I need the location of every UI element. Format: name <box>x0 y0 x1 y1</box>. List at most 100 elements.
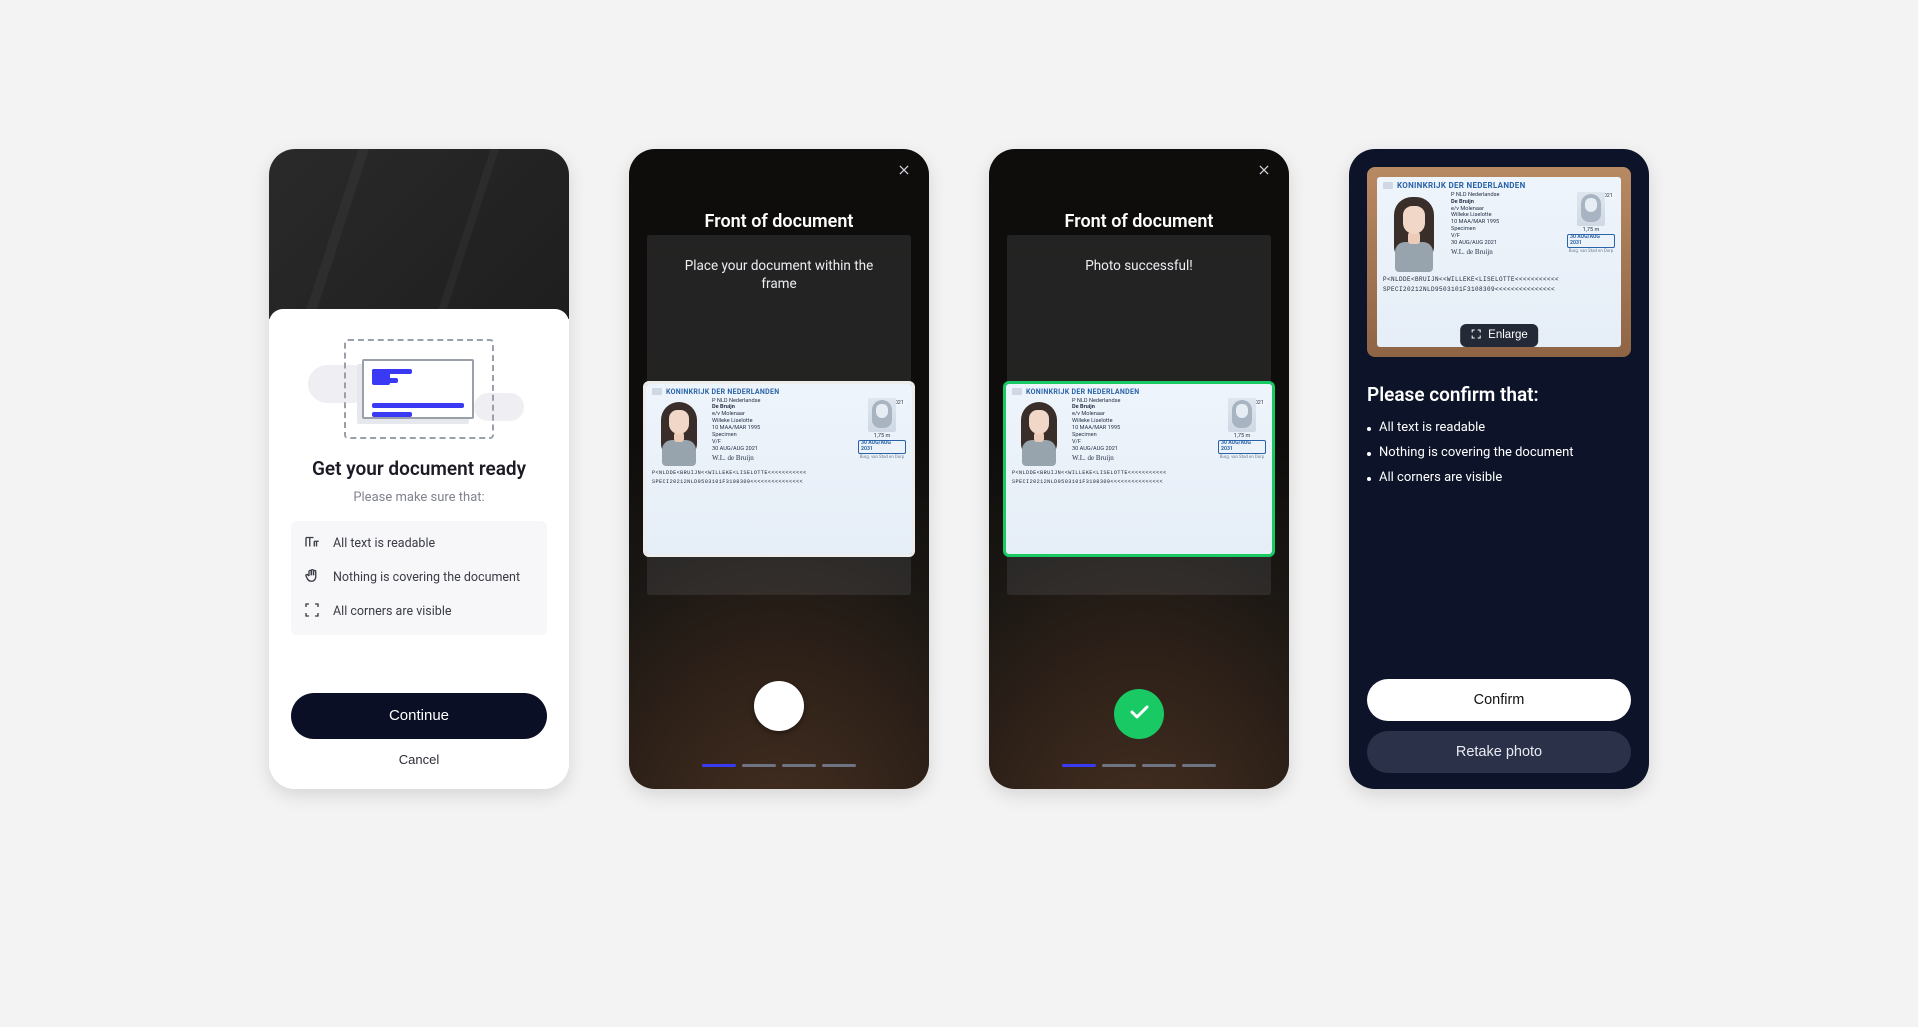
sheet-title: Get your document ready <box>291 457 547 480</box>
passport-surname: De Bruijn <box>712 404 852 410</box>
passport-place: Specimen <box>1072 432 1212 438</box>
tip-label: All text is readable <box>333 536 435 551</box>
passport-mrz-2: SPECI20212NLD9503101F3108309<<<<<<<<<<<<… <box>1383 287 1615 294</box>
scan-frame: KONINKRIJK DER NEDERLANDEN SPECI2021 P N… <box>643 381 915 557</box>
passport-surname: De Bruijn <box>1072 404 1212 410</box>
passport-preview: KONINKRIJK DER NEDERLANDEN SPECI2021 P N… <box>1006 384 1272 554</box>
confirm-checklist: All text is readable Nothing is covering… <box>1367 420 1631 485</box>
four-screen-showcase: Get your document ready Please make sure… <box>199 109 1719 919</box>
passport-expiry: 30 AUG/AUG 2031 <box>1218 440 1266 454</box>
passport-ghost-photo <box>1577 192 1605 226</box>
passport-signature: W.L. de Bruijn <box>1072 454 1212 462</box>
passport-expiry: 30 AUG/AUG 2031 <box>858 440 906 454</box>
passport-photo <box>1012 398 1066 468</box>
passport-given-names: Willeke Liselotte <box>1451 212 1561 218</box>
screen-capture: Front of document Place your document wi… <box>629 149 929 789</box>
passport-given-prefix: e/v Molenaar <box>1451 206 1561 212</box>
passport-pnld: P NLD Nederlandse <box>712 398 852 404</box>
progress-step-1 <box>1062 764 1096 767</box>
capture-subtitle: Place your document within the frame <box>669 257 889 293</box>
tip-corners: All corners are visible <box>303 601 535 623</box>
progress-step-3 <box>782 764 816 767</box>
passport-signature: W.L. de Bruijn <box>712 454 852 462</box>
list-item-label: All corners are visible <box>1379 470 1502 485</box>
capture-subtitle: Photo successful! <box>1029 257 1249 275</box>
tip-cover: Nothing is covering the document <box>303 567 535 589</box>
success-badge <box>1114 689 1164 739</box>
passport-ghost-photo <box>1228 398 1256 432</box>
passport-mrz-1: P<NLDDE<BRUIJN<<WILLEKE<LISELOTTE<<<<<<<… <box>652 471 906 477</box>
passport-sex: V/F <box>1072 439 1212 445</box>
list-item: All text is readable <box>1367 420 1631 435</box>
confirm-button[interactable]: Confirm <box>1367 679 1631 721</box>
check-icon <box>1127 700 1151 728</box>
sheet-subtitle: Please make sure that: <box>291 490 547 505</box>
passport-header: KONINKRIJK DER NEDERLANDEN <box>1397 181 1526 190</box>
passport-height: 1,75 m <box>1583 227 1600 233</box>
list-item: Nothing is covering the document <box>1367 445 1631 460</box>
screen-capture-success: Front of document Photo successful! KONI… <box>989 149 1289 789</box>
passport-header: KONINKRIJK DER NEDERLANDEN <box>666 388 779 396</box>
tip-readable: All text is readable <box>303 533 535 555</box>
screen-get-ready: Get your document ready Please make sure… <box>269 149 569 789</box>
passport-height: 1,75 m <box>874 433 891 439</box>
passport-mrz-1: P<NLDDE<BRUIJN<<WILLEKE<LISELOTTE<<<<<<<… <box>1012 471 1266 477</box>
passport-signature: W.L. de Bruijn <box>1451 248 1561 256</box>
passport-mrz-2: SPECI20212NLD9503101F3108309<<<<<<<<<<<<… <box>652 480 906 486</box>
passport-given-prefix: e/v Molenaar <box>1072 411 1212 417</box>
passport-height: 1,75 m <box>1234 433 1251 439</box>
document-illustration <box>344 339 494 439</box>
text-icon <box>303 533 321 555</box>
passport-pnld: P NLD Nederlandse <box>1451 192 1561 198</box>
passport-place: Specimen <box>1451 226 1561 232</box>
passport-given-names: Willeke Liselotte <box>1072 418 1212 424</box>
progress-step-4 <box>1182 764 1216 767</box>
passport-preview: KONINKRIJK DER NEDERLANDEN SPECI2021 P N… <box>646 384 912 554</box>
passport-mrz-1: P<NLDDE<BRUIJN<<WILLEKE<LISELOTTE<<<<<<<… <box>1383 277 1615 284</box>
nl-emblem-icon <box>652 388 662 395</box>
scan-frame-success: KONINKRIJK DER NEDERLANDEN SPECI2021 P N… <box>1003 381 1275 557</box>
hand-icon <box>303 567 321 589</box>
continue-button[interactable]: Continue <box>291 693 547 739</box>
passport-photo <box>652 398 706 468</box>
passport-ghost-photo <box>868 398 896 432</box>
passport-authority: Burg. van Stad en Dorp <box>1220 455 1265 460</box>
close-icon <box>897 162 911 181</box>
shutter-button[interactable] <box>754 681 804 731</box>
enlarge-label: Enlarge <box>1488 329 1528 341</box>
progress-step-2 <box>1102 764 1136 767</box>
progress-step-2 <box>742 764 776 767</box>
passport-expiry: 30 AUG/AUG 2031 <box>1567 234 1615 248</box>
passport-sex: V/F <box>1451 233 1561 239</box>
expand-icon <box>1470 328 1482 343</box>
wood-background <box>269 149 569 319</box>
passport-place: Specimen <box>712 432 852 438</box>
close-button[interactable] <box>893 161 915 183</box>
close-icon <box>1257 162 1271 181</box>
passport-authority: Burg. van Stad en Dorp <box>860 455 905 460</box>
close-button[interactable] <box>1253 161 1275 183</box>
passport-issue: 30 AUG/AUG 2021 <box>1451 240 1561 246</box>
progress-indicator <box>702 764 856 767</box>
screen-confirm: KONINKRIJK DER NEDERLANDEN SPECI2021 P N… <box>1349 149 1649 789</box>
progress-step-1 <box>702 764 736 767</box>
list-item-label: Nothing is covering the document <box>1379 445 1574 460</box>
cancel-button[interactable]: Cancel <box>291 745 547 775</box>
capture-title: Front of document <box>629 211 929 232</box>
nl-emblem-icon <box>1383 182 1393 189</box>
passport-mrz-2: SPECI20212NLD9503101F3108309<<<<<<<<<<<<… <box>1012 480 1266 486</box>
passport-issue: 30 AUG/AUG 2021 <box>1072 446 1212 452</box>
list-item-label: All text is readable <box>1379 420 1485 435</box>
capture-title: Front of document <box>989 211 1289 232</box>
passport-given-prefix: e/v Molenaar <box>712 411 852 417</box>
retake-button[interactable]: Retake photo <box>1367 731 1631 773</box>
captured-thumbnail: KONINKRIJK DER NEDERLANDEN SPECI2021 P N… <box>1367 167 1631 357</box>
tip-label: All corners are visible <box>333 604 451 619</box>
bottom-sheet: Get your document ready Please make sure… <box>269 309 569 789</box>
passport-given-names: Willeke Liselotte <box>712 418 852 424</box>
tips-box: All text is readable Nothing is covering… <box>291 521 547 635</box>
passport-issue: 30 AUG/AUG 2021 <box>712 446 852 452</box>
passport-sex: V/F <box>712 439 852 445</box>
progress-step-4 <box>822 764 856 767</box>
enlarge-button[interactable]: Enlarge <box>1460 324 1538 347</box>
